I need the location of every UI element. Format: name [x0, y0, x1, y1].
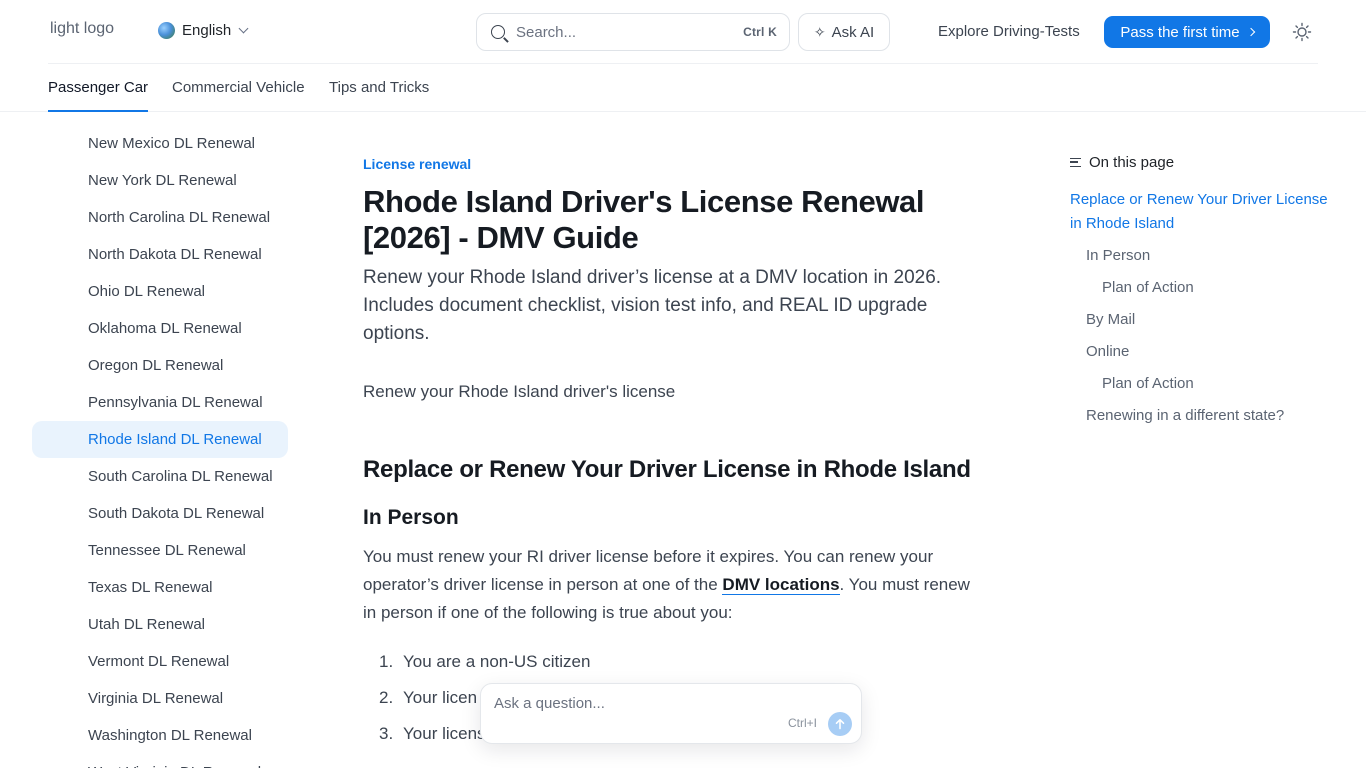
article-image: Renew your Rhode Island driver's license	[363, 382, 675, 402]
toc-item[interactable]: Renewing in a different state?	[1086, 404, 1284, 428]
explore-link[interactable]: Explore Driving-Tests	[938, 23, 1080, 40]
toc-item[interactable]: In Person	[1086, 244, 1150, 268]
sidebar-item[interactable]: Oklahoma DL Renewal	[32, 310, 288, 347]
sidebar-item[interactable]: Oregon DL Renewal	[32, 347, 288, 384]
logo-alt-text: light logo	[50, 20, 115, 37]
pass-first-time-button[interactable]: Pass the first time	[1104, 16, 1270, 48]
list-text: You are a non-US citizen	[403, 652, 591, 671]
sidebar-item-rhode-island[interactable]: Rhode Island DL Renewal	[32, 421, 288, 458]
ask-shortcut: Ctrl+I	[788, 716, 818, 730]
arrow-up-icon	[835, 719, 845, 730]
tab-tips-and-tricks[interactable]: Tips and Tricks	[329, 79, 429, 112]
tab-commercial-vehicle[interactable]: Commercial Vehicle	[172, 79, 305, 112]
search-shortcut: Ctrl K	[743, 25, 777, 39]
toc-item[interactable]: Plan of Action	[1102, 276, 1194, 300]
list-text: Your licen	[403, 688, 478, 707]
toc-item[interactable]: Replace or Renew Your Driver License in …	[1070, 188, 1338, 236]
list-item: 1. You are a non-US citizen	[379, 652, 590, 672]
sidebar-item[interactable]: North Carolina DL Renewal	[32, 199, 288, 236]
sidebar-item[interactable]: Tennessee DL Renewal	[32, 532, 288, 569]
sidebar-item[interactable]: Ohio DL Renewal	[32, 273, 288, 310]
sidebar-item[interactable]: South Carolina DL Renewal	[32, 458, 288, 495]
article-description: Renew your Rhode Island driver’s license…	[363, 267, 942, 344]
dmv-locations-link[interactable]: DMV locations	[722, 575, 840, 595]
toc-item[interactable]: Plan of Action	[1102, 372, 1194, 396]
page-title: Rhode Island Driver's License Renewal [2…	[363, 184, 925, 255]
subsection-heading: In Person	[363, 506, 459, 529]
search-box[interactable]: Search... Ctrl K	[476, 13, 790, 51]
sidebar-item[interactable]: North Dakota DL Renewal	[32, 236, 288, 273]
sidebar-item[interactable]: West Virginia DL Renewal	[32, 754, 288, 768]
sidebar-item[interactable]: New York DL Renewal	[32, 162, 288, 199]
list-item: 3. Your licens	[379, 724, 486, 744]
site-logo[interactable]: light logo	[48, 20, 114, 38]
ask-question-input[interactable]: Ask a question...	[494, 695, 605, 712]
list-text: Your licens	[403, 724, 486, 743]
list-icon	[1070, 158, 1081, 167]
list-number: 2.	[379, 688, 394, 707]
sidebar-item[interactable]: Vermont DL Renewal	[32, 643, 288, 680]
chevron-right-icon	[1246, 27, 1255, 37]
ask-question-bar: Ask a question... Ctrl+I	[480, 683, 862, 744]
sun-icon[interactable]	[1292, 22, 1312, 42]
sidebar-item[interactable]: New Mexico DL Renewal	[32, 125, 288, 162]
top-header: light logo English Search... Ctrl K ✧ As…	[0, 0, 1366, 64]
toc-heading: On this page	[1070, 154, 1174, 171]
sidebar-item[interactable]: Pennsylvania DL Renewal	[32, 384, 288, 421]
ask-ai-button[interactable]: ✧ Ask AI	[798, 13, 890, 51]
globe-icon	[158, 22, 175, 39]
sidebar-item[interactable]: Virginia DL Renewal	[32, 680, 288, 717]
sidebar-item[interactable]: South Dakota DL Renewal	[32, 495, 288, 532]
list-item: 2. Your licen	[379, 688, 477, 708]
toc-item[interactable]: By Mail	[1086, 308, 1135, 332]
body-paragraph: You must renew your RI driver license be…	[363, 543, 978, 627]
chevron-down-icon	[238, 23, 249, 34]
section-heading: Replace or Renew Your Driver License in …	[363, 456, 971, 483]
list-number: 3.	[379, 724, 394, 743]
language-selector[interactable]: English	[158, 22, 249, 39]
search-icon	[491, 25, 505, 39]
toc-heading-label: On this page	[1089, 154, 1175, 171]
list-number: 1.	[379, 652, 394, 671]
cta-label: Pass the first time	[1120, 23, 1240, 41]
sidebar-nav: New Mexico DL Renewal New York DL Renewa…	[32, 124, 288, 768]
article-category[interactable]: License renewal	[363, 156, 471, 172]
search-placeholder: Search...	[516, 23, 577, 41]
image-alt-text: Renew your Rhode Island driver's license	[363, 382, 676, 401]
tab-passenger-car[interactable]: Passenger Car	[48, 79, 149, 112]
send-button[interactable]	[828, 712, 852, 736]
sidebar-item[interactable]: Washington DL Renewal	[32, 717, 288, 754]
ask-ai-label: Ask AI	[831, 23, 875, 41]
category-tabs: Passenger Car Commercial Vehicle Tips an…	[0, 64, 1366, 112]
language-label: English	[182, 22, 232, 39]
toc-item[interactable]: Online	[1086, 340, 1129, 364]
sparkle-icon: ✧	[813, 23, 826, 40]
sidebar-item[interactable]: Utah DL Renewal	[32, 606, 288, 643]
sidebar-item[interactable]: Texas DL Renewal	[32, 569, 288, 606]
